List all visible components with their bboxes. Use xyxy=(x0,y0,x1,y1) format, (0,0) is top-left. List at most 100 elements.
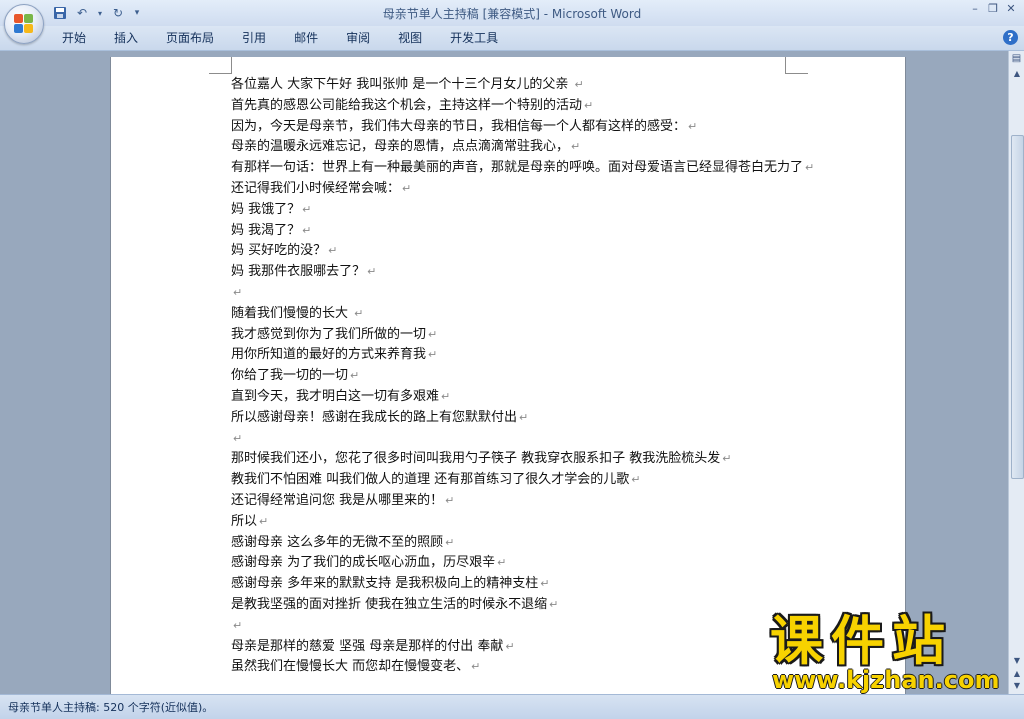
paragraph-mark-icon: ↵ xyxy=(354,306,364,320)
paragraph-text: 感谢母亲 这么多年的无微不至的照顾 xyxy=(231,534,444,550)
document-paragraph[interactable]: 你给了我一切的一切 ↵ xyxy=(231,366,851,387)
margin-corner-mark xyxy=(785,57,808,74)
scroll-up-arrow-icon[interactable]: ▲ xyxy=(1010,67,1024,81)
paragraph-mark-icon: ↵ xyxy=(505,639,515,653)
paragraph-mark-icon: ↵ xyxy=(259,514,269,528)
paragraph-mark-icon: ↵ xyxy=(302,202,312,216)
tab-insert[interactable]: 插入 xyxy=(100,26,152,50)
previous-page-icon[interactable]: ▲ xyxy=(1010,668,1024,680)
document-paragraph[interactable]: 用你所知道的最好的方式来养育我 ↵ xyxy=(231,345,851,366)
office-button[interactable] xyxy=(4,4,44,44)
paragraph-mark-icon: ↵ xyxy=(428,327,438,341)
document-paragraph[interactable]: ↵ xyxy=(231,429,851,450)
paragraph-text: 还记得经常追问您 我是从哪里来的！ xyxy=(231,492,444,508)
paragraph-text: 那时候我们还小，您花了很多时间叫我用勺子筷子 教我穿衣服系扣子 教我洗脸梳头发 xyxy=(231,451,721,467)
close-icon[interactable]: ✕ xyxy=(1004,2,1018,16)
paragraph-text: 是教我坚强的面对挫折 使我在独立生活的时候永不退缩 xyxy=(231,596,548,612)
document-paragraph[interactable]: 感谢母亲 为了我们的成长呕心沥血，历尽艰辛 ↵ xyxy=(231,553,851,574)
paragraph-mark-icon: ↵ xyxy=(805,161,815,175)
tab-mailings[interactable]: 邮件 xyxy=(280,26,332,50)
paragraph-mark-icon: ↵ xyxy=(328,244,338,258)
document-paragraph[interactable]: 那时候我们还小，您花了很多时间叫我用勺子筷子 教我穿衣服系扣子 教我洗脸梳头发 ↵ xyxy=(231,449,851,470)
paragraph-mark-icon: ↵ xyxy=(233,285,243,299)
paragraph-mark-icon: ↵ xyxy=(233,431,243,445)
tab-view[interactable]: 视图 xyxy=(384,26,436,50)
paragraph-text: 教我们不怕困难 叫我们做人的道理 还有那首练习了很久才学会的儿歌 xyxy=(231,472,630,488)
scroll-down-arrow-icon[interactable]: ▼ xyxy=(1010,654,1024,668)
document-paragraph[interactable]: 还记得我们小时候经常会喊： ↵ xyxy=(231,179,851,200)
document-paragraph[interactable]: 是教我坚强的面对挫折 使我在独立生活的时候永不退缩 ↵ xyxy=(231,595,851,616)
paragraph-text: 各位嘉人 大家下午好 我叫张帅 是一个十三个月女儿的父亲 xyxy=(231,77,573,92)
paragraph-text: 所以感谢母亲！感谢在我成长的路上有您默默付出 xyxy=(231,409,518,425)
document-paragraph[interactable]: 随着我们慢慢的长大 ↵ xyxy=(231,304,851,325)
tab-references[interactable]: 引用 xyxy=(228,26,280,50)
office-logo-icon xyxy=(14,14,34,34)
document-paragraph[interactable]: 因为，今天是母亲节，我们伟大母亲的节日，我相信每一个人都有这样的感受： ↵ xyxy=(231,117,851,138)
view-ruler-icon[interactable]: ▤ xyxy=(1011,53,1022,65)
paragraph-mark-icon: ↵ xyxy=(428,348,438,362)
paragraph-text: 母亲的温暖永远难忘记，母亲的恩情，点点滴滴常驻我心， xyxy=(231,139,570,155)
ribbon-tabs: 开始 插入 页面布局 引用 邮件 审阅 视图 开发工具 xyxy=(48,26,512,50)
document-paragraph[interactable]: 妈 我渴了？ ↵ xyxy=(231,221,851,242)
document-paragraph[interactable]: 直到今天，我才明白这一切有多艰难 ↵ xyxy=(231,387,851,408)
paragraph-mark-icon: ↵ xyxy=(367,265,377,279)
paragraph-text: 妈 我渴了？ xyxy=(231,222,301,238)
document-paragraph[interactable]: ↵ xyxy=(231,616,851,637)
document-paragraph[interactable]: 虽然我们在慢慢长大 而您却在慢慢变老、 ↵ xyxy=(231,657,851,678)
document-workspace: 各位嘉人 大家下午好 我叫张帅 是一个十三个月女儿的父亲 ↵ 首先真的感恩公司能给… xyxy=(0,51,1008,694)
paragraph-mark-icon: ↵ xyxy=(519,410,529,424)
paragraph-text: 你给了我一切的一切 xyxy=(231,368,349,384)
tab-home[interactable]: 开始 xyxy=(48,26,100,50)
paragraph-text: 感谢母亲 为了我们的成长呕心沥血，历尽艰辛 xyxy=(231,555,496,571)
window-controls: – ❐ ✕ xyxy=(968,2,1018,16)
document-paragraph[interactable]: 妈 买好吃的没？ ↵ xyxy=(231,241,851,262)
paragraph-mark-icon: ↵ xyxy=(574,78,584,91)
document-paragraph[interactable]: 有那样一句话：世界上有一种最美丽的声音，那就是母亲的呼唤。面对母爱语言已经显得苍… xyxy=(231,158,851,179)
paragraph-text: 妈 买好吃的没？ xyxy=(231,243,327,259)
paragraph-text: 因为，今天是母亲节，我们伟大母亲的节日，我相信每一个人都有这样的感受： xyxy=(231,118,687,134)
document-paragraph[interactable]: 妈 我饿了？ ↵ xyxy=(231,200,851,221)
document-paragraph[interactable]: 母亲的温暖永远难忘记，母亲的恩情，点点滴滴常驻我心， ↵ xyxy=(231,137,851,158)
document-paragraph[interactable]: 所以感谢母亲！感谢在我成长的路上有您默默付出 ↵ xyxy=(231,408,851,429)
watermark-chinese-text: 课件站 xyxy=(770,611,953,672)
paragraph-mark-icon: ↵ xyxy=(350,369,360,383)
document-paragraph[interactable]: 母亲是那样的慈爱 坚强 母亲是那样的付出 奉献 ↵ xyxy=(231,637,851,658)
paragraph-text: 首先真的感恩公司能给我这个机会，主持这样一个特别的活动 xyxy=(231,97,583,113)
paragraph-text: 还记得我们小时候经常会喊： xyxy=(231,180,401,196)
document-paragraph[interactable]: ↵ xyxy=(231,283,851,304)
paragraph-mark-icon: ↵ xyxy=(445,535,455,549)
paragraph-text: 有那样一句话：世界上有一种最美丽的声音，那就是母亲的呼唤。面对母爱语言已经显得苍… xyxy=(231,160,804,176)
scrollbar-thumb[interactable] xyxy=(1011,135,1024,479)
tab-page-layout[interactable]: 页面布局 xyxy=(152,26,228,50)
document-paragraph[interactable]: 感谢母亲 多年来的默默支持 是我积极向上的精神支柱 ↵ xyxy=(231,574,851,595)
paragraph-mark-icon: ↵ xyxy=(722,452,732,466)
paragraph-mark-icon: ↵ xyxy=(445,493,455,507)
paragraph-text: 虽然我们在慢慢长大 而您却在慢慢变老、 xyxy=(231,659,470,675)
document-page[interactable]: 各位嘉人 大家下午好 我叫张帅 是一个十三个月女儿的父亲 ↵ 首先真的感恩公司能给… xyxy=(110,57,906,694)
document-paragraph[interactable]: 教我们不怕困难 叫我们做人的道理 还有那首练习了很久才学会的儿歌 ↵ xyxy=(231,470,851,491)
document-paragraph[interactable]: 我才感觉到你为了我们所做的一切 ↵ xyxy=(231,325,851,346)
paragraph-mark-icon: ↵ xyxy=(302,223,312,237)
help-icon[interactable]: ? xyxy=(1003,30,1018,45)
document-paragraph[interactable]: 各位嘉人 大家下午好 我叫张帅 是一个十三个月女儿的父亲 ↵ xyxy=(231,75,851,96)
document-paragraph[interactable]: 所以 ↵ xyxy=(231,512,851,533)
next-page-icon[interactable]: ▼ xyxy=(1010,680,1024,692)
paragraph-mark-icon: ↵ xyxy=(233,618,243,632)
paragraph-text: 所以 xyxy=(231,513,258,529)
paragraph-text: 妈 我那件衣服哪去了？ xyxy=(231,264,366,280)
minimize-icon[interactable]: – xyxy=(968,2,982,16)
document-paragraph[interactable]: 还记得经常追问您 我是从哪里来的！ ↵ xyxy=(231,491,851,512)
document-body[interactable]: 各位嘉人 大家下午好 我叫张帅 是一个十三个月女儿的父亲 ↵ 首先真的感恩公司能给… xyxy=(231,75,851,678)
vertical-scrollbar[interactable]: ▤ ▲ ▼ ▲ ▼ xyxy=(1008,51,1024,694)
watermark-url: www.kjzhan.com xyxy=(772,666,1000,694)
tab-review[interactable]: 审阅 xyxy=(332,26,384,50)
restore-icon[interactable]: ❐ xyxy=(986,2,1000,16)
document-paragraph[interactable]: 感谢母亲 这么多年的无微不至的照顾 ↵ xyxy=(231,533,851,554)
document-paragraph[interactable]: 首先真的感恩公司能给我这个机会，主持这样一个特别的活动 ↵ xyxy=(231,96,851,117)
window-title: 母亲节单人主持稿 [兼容模式] - Microsoft Word xyxy=(382,7,642,21)
paragraph-text: 直到今天，我才明白这一切有多艰难 xyxy=(231,388,440,404)
paragraph-mark-icon: ↵ xyxy=(571,140,581,154)
word-count-status[interactable]: 母亲节单人主持稿: 520 个字符(近似值)。 xyxy=(8,699,213,715)
document-paragraph[interactable]: 妈 我那件衣服哪去了？ ↵ xyxy=(231,262,851,283)
tab-developer[interactable]: 开发工具 xyxy=(436,26,512,50)
